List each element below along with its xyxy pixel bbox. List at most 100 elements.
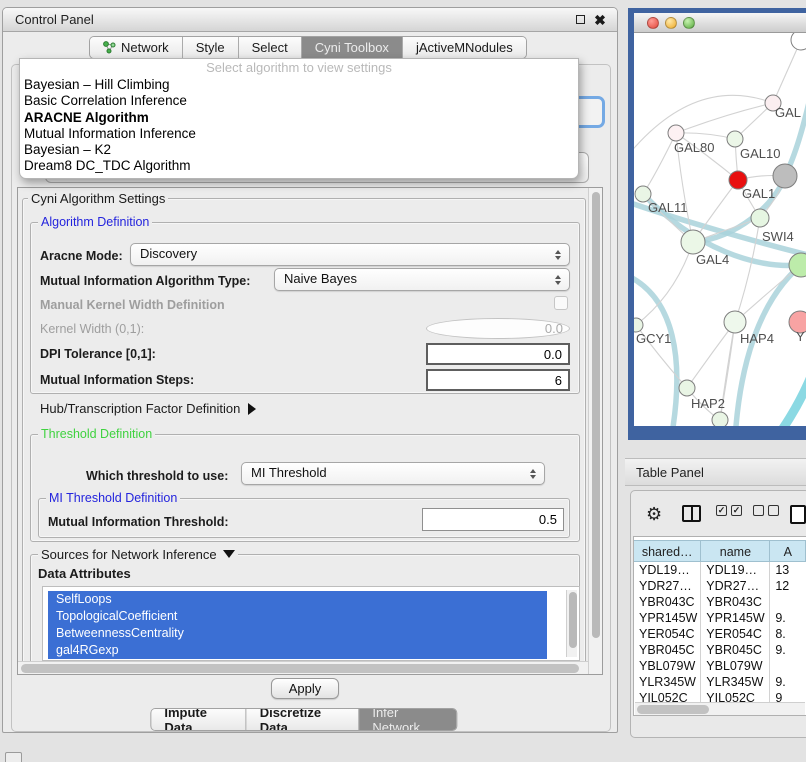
table-row[interactable]: YER054CYER054C8. <box>634 626 806 642</box>
table-cell: YBL079W <box>701 658 770 674</box>
network-node[interactable] <box>724 311 746 333</box>
hub-expander[interactable]: Hub/Transcription Factor Definition <box>40 401 256 416</box>
table-hscrollbar-thumb[interactable] <box>637 705 709 714</box>
node-label: GCY1 <box>636 331 671 346</box>
algorithm-option-selected[interactable]: ARACNE Algorithm <box>20 110 578 126</box>
minimize-window-icon[interactable] <box>665 17 677 29</box>
attr-item-selected[interactable]: gal4RGexp <box>48 642 547 659</box>
algorithm-option[interactable]: Bayesian – K2 <box>20 142 578 158</box>
columns-icon[interactable] <box>682 505 701 522</box>
which-threshold-combo[interactable]: MI Threshold <box>241 462 545 485</box>
algorithm-option[interactable]: Bayesian – Hill Climbing <box>20 77 578 93</box>
table-row[interactable]: YDL19…YDL19…13 <box>634 562 806 578</box>
network-node[interactable] <box>712 412 728 426</box>
gear-icon[interactable]: ⚙ <box>646 505 662 523</box>
table-cell <box>770 594 806 610</box>
tab-infer-network[interactable]: Infer Network <box>358 709 456 730</box>
cyni-algorithm-settings-label: Cyni Algorithm Settings <box>28 191 168 206</box>
network-node[interactable] <box>751 209 769 227</box>
table-cell: 13 <box>770 562 806 578</box>
mi-steps-label: Mutual Information Steps: <box>40 373 194 387</box>
mi-steps-input[interactable] <box>426 369 570 391</box>
settings-vscrollbar-thumb[interactable] <box>592 192 600 638</box>
table-cell: YLR345W <box>701 674 770 690</box>
node-label: GAL11 <box>648 200 688 215</box>
control-panel-titlebar: Control Panel ✖ <box>3 8 617 32</box>
select-all-checks-icon[interactable]: ✓ ✓ <box>716 505 742 516</box>
column-header[interactable]: name <box>701 541 770 561</box>
attr-item-selected[interactable]: BetweennessCentrality <box>48 625 547 642</box>
column-header[interactable]: A <box>770 541 806 561</box>
app-root: Control Panel ✖ Network Style <box>0 0 806 762</box>
settings-scrollpane: Cyni Algorithm Settings Algorithm Defini… <box>17 187 603 675</box>
apply-button[interactable]: Apply <box>271 678 339 699</box>
algorithm-option[interactable]: Basic Correlation Inference <box>20 93 578 109</box>
table-row[interactable]: YBR043CYBR043C <box>634 594 806 610</box>
table-cell: YBL079W <box>634 658 701 674</box>
network-node[interactable] <box>791 33 806 50</box>
tab-impute-data[interactable]: Impute Data <box>151 709 245 730</box>
attr-item-selected[interactable]: TopologicalCoefficient <box>48 608 547 625</box>
table-row[interactable]: YBR045CYBR045C9. <box>634 642 806 658</box>
network-node[interactable] <box>681 230 705 254</box>
aracne-mode-combo[interactable]: Discovery <box>130 243 570 266</box>
network-canvas-svg: GALGAL80GAL10GAL1GAL11SWI4GAL4GCY1HAP4YH… <box>634 33 806 426</box>
network-window-titlebar[interactable] <box>634 13 806 33</box>
table-hscrollbar[interactable] <box>635 702 805 715</box>
network-node[interactable] <box>727 131 743 147</box>
zoom-window-icon[interactable] <box>683 17 695 29</box>
table-row[interactable]: YDR27…YDR27…12 <box>634 578 806 594</box>
tab-select[interactable]: Select <box>238 37 301 58</box>
algorithm-option[interactable]: Mutual Information Inference <box>20 126 578 142</box>
table-cell: 12 <box>770 578 806 594</box>
table-row[interactable]: YLR345WYLR345W9. <box>634 674 806 690</box>
mi-type-combo[interactable]: Naive Bayes <box>274 268 570 291</box>
table-cell: YBR045C <box>701 642 770 658</box>
sources-expander[interactable]: Sources for Network Inference <box>38 547 238 562</box>
tab-discretize-data[interactable]: Discretize Data <box>246 709 359 730</box>
settings-hscrollbar[interactable] <box>18 661 588 674</box>
node-label: HAP4 <box>740 331 774 346</box>
mi-threshold-input[interactable] <box>422 508 564 531</box>
attr-item-selected[interactable]: SelfLoops <box>48 591 547 608</box>
tab-jactivemnodules[interactable]: jActiveMNodules <box>402 37 526 58</box>
network-view-canvas[interactable]: GALGAL80GAL10GAL1GAL11SWI4GAL4GCY1HAP4YH… <box>634 33 806 426</box>
dpi-tolerance-label: DPI Tolerance [0,1]: <box>40 347 156 361</box>
table-cell: YDR27… <box>701 578 770 594</box>
tab-select-label: Select <box>252 40 288 55</box>
mi-threshold-group-label: MI Threshold Definition <box>46 491 180 505</box>
kernel-width-input[interactable] <box>426 318 570 339</box>
table-panel-title: Table Panel <box>636 465 704 480</box>
network-node[interactable] <box>773 164 797 188</box>
algorithm-option[interactable]: Dream8 DC_TDC Algorithm <box>20 158 578 174</box>
node-label: GAL4 <box>696 252 729 267</box>
table-row[interactable]: YIL052CYIL052C9 <box>634 690 806 702</box>
table-row[interactable]: YPR145WYPR145W9. <box>634 610 806 626</box>
tab-cyni-toolbox[interactable]: Cyni Toolbox <box>301 37 402 58</box>
network-node[interactable] <box>668 125 684 141</box>
tab-network-label: Network <box>121 40 169 55</box>
mi-type-value: Naive Bayes <box>284 271 357 286</box>
close-window-icon[interactable] <box>647 17 659 29</box>
table-cell: YIL052C <box>634 690 701 702</box>
float-panel-icon[interactable] <box>573 13 587 27</box>
export-table-icon[interactable] <box>790 505 806 524</box>
dpi-tolerance-input[interactable] <box>426 343 570 365</box>
algorithm-definition-label: Algorithm Definition <box>38 215 152 229</box>
network-edge <box>643 133 676 194</box>
settings-hscrollbar-thumb[interactable] <box>21 664 579 673</box>
attr-list-scrollbar[interactable] <box>566 590 577 657</box>
attr-list-scrollbar-thumb[interactable] <box>569 592 577 648</box>
tab-style[interactable]: Style <box>182 37 238 58</box>
network-node[interactable] <box>679 380 695 396</box>
network-node[interactable] <box>634 318 643 332</box>
docked-panel-stub[interactable] <box>5 752 22 762</box>
settings-vscrollbar[interactable] <box>588 188 602 674</box>
manual-kernel-checkbox[interactable] <box>554 296 568 310</box>
tab-network[interactable]: Network <box>90 37 182 58</box>
table-row[interactable]: YBL079WYBL079W <box>634 658 806 674</box>
aracne-mode-value: Discovery <box>140 246 197 261</box>
close-panel-icon[interactable]: ✖ <box>593 13 607 27</box>
column-header[interactable]: shared… <box>634 541 701 561</box>
clear-all-checks-icon[interactable] <box>753 505 779 516</box>
